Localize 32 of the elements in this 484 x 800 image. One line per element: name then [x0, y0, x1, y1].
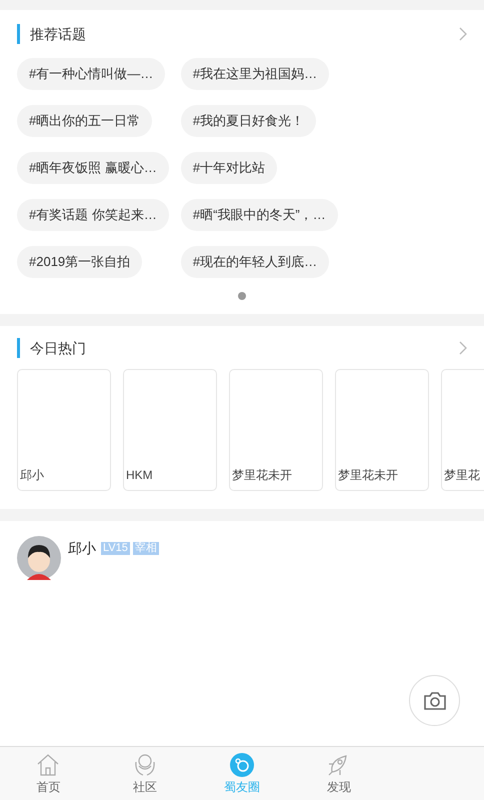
user-card[interactable]: HKM: [123, 369, 217, 491]
avatar[interactable]: [17, 536, 61, 580]
camera-icon: [422, 690, 446, 710]
card-name: HKM: [126, 467, 153, 484]
user-card[interactable]: 梦里花未开: [229, 369, 323, 491]
user-card[interactable]: 梦里花: [441, 369, 484, 491]
section-title: 今日热门: [30, 338, 86, 358]
card-name: 梦里花: [444, 467, 480, 484]
card-name: 邱小: [20, 467, 44, 484]
topic-chip[interactable]: #晒出你的五一日常: [17, 105, 152, 137]
topic-chip[interactable]: #晒年夜饭照 赢暖心…: [17, 152, 169, 184]
nav-tab[interactable]: 首页: [0, 747, 97, 800]
user-name[interactable]: 邱小: [68, 538, 96, 559]
user-card[interactable]: 梦里花未开: [335, 369, 429, 491]
topic-chip[interactable]: #我的夏日好食光！: [180, 105, 316, 137]
topic-chip[interactable]: #十年对比站: [180, 152, 278, 184]
topic-chip[interactable]: #有奖话题 你笑起来…: [17, 199, 169, 231]
user-card[interactable]: 邱小: [17, 369, 111, 491]
section-title: 推荐话题: [30, 24, 86, 44]
bubble-icon: [228, 752, 255, 778]
topic-chip[interactable]: #晒“我眼中的冬天”，…: [180, 199, 338, 231]
topic-chip[interactable]: #有一种心情叫做—…: [17, 58, 166, 90]
nav-tab[interactable]: 发现: [290, 747, 388, 800]
rank-badge: 宰相: [132, 542, 159, 555]
nav-tab[interactable]: 社区: [96, 747, 194, 800]
topic-chip[interactable]: #2019第一张自拍: [17, 246, 142, 278]
topic-chip[interactable]: #我在这里为祖国妈…: [180, 58, 330, 90]
camera-button[interactable]: [409, 675, 460, 726]
card-name: 梦里花未开: [232, 467, 292, 484]
topic-chip[interactable]: #现在的年轻人到底…: [180, 246, 330, 278]
rank-badge: LV15: [101, 542, 130, 555]
card-name: 梦里花未开: [338, 467, 398, 484]
